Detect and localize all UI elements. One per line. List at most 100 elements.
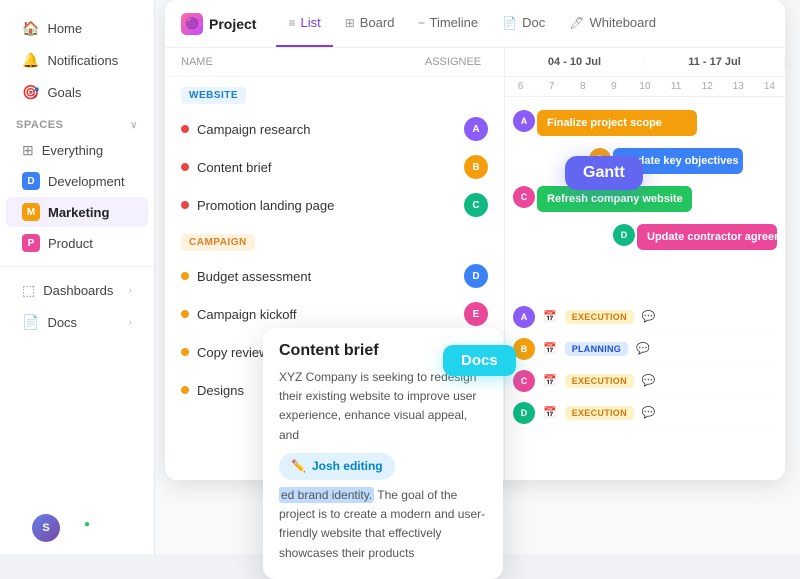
chat-icon: 💬	[636, 342, 650, 355]
gantt-status-avatar: A	[513, 306, 535, 328]
goals-icon: 🎯	[22, 84, 39, 101]
gantt-avatar: C	[513, 186, 535, 208]
gantt-day: 14	[754, 81, 785, 92]
gantt-day: 8	[567, 81, 598, 92]
status-badge: PLANNING	[565, 342, 628, 356]
section-website-label: WEBSITE	[181, 87, 246, 104]
sidebar-item-goals[interactable]: 🎯 Goals	[6, 77, 148, 108]
task-dot	[181, 348, 189, 356]
gantt-day: 7	[536, 81, 567, 92]
tab-timeline[interactable]: ⎯ Timeline	[406, 0, 490, 47]
task-dot	[181, 163, 189, 171]
gantt-week-1: 04 - 10 Jul	[505, 56, 645, 68]
doc-icon: 📄	[502, 16, 517, 30]
gantt-tooltip: Gantt	[565, 156, 643, 190]
timeline-icon: ⎯	[418, 15, 424, 30]
chat-icon: 💬	[642, 310, 656, 323]
task-dot	[181, 272, 189, 280]
task-row[interactable]: Budget assessment D	[165, 257, 504, 295]
tab-board[interactable]: ⊞ Board	[333, 0, 407, 47]
sidebar-item-dashboards-label: Dashboards	[43, 283, 113, 298]
home-icon: 🏠	[22, 20, 39, 37]
tab-doc[interactable]: 📄 Doc	[490, 0, 557, 47]
marketing-dot: M	[22, 203, 40, 221]
gantt-body: A Finalize project scope B Update key ob…	[505, 97, 785, 297]
task-name: Content brief	[197, 160, 456, 175]
tab-list[interactable]: ≡ List	[276, 0, 332, 47]
col-assignee: ASSIGNEE	[418, 56, 488, 68]
sidebar-item-dashboards[interactable]: ⬚ Dashboards ›	[6, 275, 148, 306]
gantt-week-2: 11 - 17 Jul	[645, 56, 785, 68]
development-dot: D	[22, 172, 40, 190]
gantt-status-avatar: C	[513, 370, 535, 392]
gantt-avatar: D	[613, 224, 635, 246]
dashboards-icon: ⬚	[22, 282, 35, 299]
gantt-bar-row: A Finalize project scope	[509, 105, 781, 141]
sidebar-item-home-label: Home	[47, 21, 82, 36]
section-website: WEBSITE Campaign research A Content brie…	[165, 77, 504, 224]
task-dot	[181, 201, 189, 209]
gantt-bar-contractor[interactable]: Update contractor agreement	[637, 224, 777, 250]
docs-icon: 📄	[22, 314, 39, 331]
tab-whiteboard[interactable]: 🖊 Whiteboard	[557, 0, 668, 47]
sidebar-item-goals-label: Goals	[47, 85, 81, 100]
task-list-header: NAME ASSIGNEE	[165, 48, 504, 77]
task-name: Budget assessment	[197, 269, 456, 284]
task-row[interactable]: Promotion landing page C	[165, 186, 504, 224]
user-avatar[interactable]: S	[32, 514, 60, 542]
sidebar-item-everything[interactable]: ⊞ Everything	[6, 136, 148, 165]
chat-icon: 💬	[642, 374, 656, 387]
gantt-day: 13	[723, 81, 754, 92]
whiteboard-icon: 🖊	[569, 16, 584, 30]
col-name: NAME	[181, 56, 418, 68]
gantt-status-row: A 📅 EXECUTION 💬	[513, 301, 777, 333]
task-row[interactable]: Campaign research A	[165, 110, 504, 148]
gantt-panel: 04 - 10 Jul 11 - 17 Jul 6 7 8 9 10 11 12…	[505, 48, 785, 480]
project-header: 🟣 Project ≡ List ⊞ Board ⎯ Timeline 📄	[165, 0, 785, 48]
gantt-bar-row: D Update contractor agreement	[509, 219, 781, 255]
sidebar-item-notifications[interactable]: 🔔 Notifications	[6, 45, 148, 76]
docs-highlight: ed brand identity.	[279, 487, 374, 503]
task-dot	[181, 386, 189, 394]
docs-popup-body: XYZ Company is seeking to redesign their…	[263, 368, 503, 579]
gantt-day: 10	[629, 81, 660, 92]
status-badge: EXECUTION	[565, 310, 634, 324]
sidebar-item-docs[interactable]: 📄 Docs ›	[6, 307, 148, 338]
task-dot	[181, 125, 189, 133]
sidebar-item-everything-label: Everything	[42, 143, 103, 158]
main-area: 🟣 Project ≡ List ⊞ Board ⎯ Timeline 📄	[155, 0, 800, 554]
nav-tabs: ≡ List ⊞ Board ⎯ Timeline 📄 Doc 🖊 Wh	[276, 0, 667, 47]
gantt-bar-finalize[interactable]: Finalize project scope	[537, 110, 697, 136]
task-row[interactable]: Content brief B	[165, 148, 504, 186]
task-dot	[181, 310, 189, 318]
board-icon: ⊞	[345, 16, 355, 30]
sidebar-item-marketing-label: Marketing	[48, 205, 109, 220]
sidebar-item-home[interactable]: 🏠 Home	[6, 13, 148, 44]
gantt-day: 9	[598, 81, 629, 92]
gantt-status-row: D 📅 EXECUTION 💬	[513, 397, 777, 429]
product-dot: P	[22, 234, 40, 252]
sidebar-item-development[interactable]: D Development	[6, 166, 148, 196]
gantt-day: 6	[505, 81, 536, 92]
task-name: Promotion landing page	[197, 198, 456, 213]
gantt-status-row: B 📅 PLANNING 💬	[513, 333, 777, 365]
sidebar-item-product[interactable]: P Product	[6, 228, 148, 258]
gantt-day: 11	[661, 81, 692, 92]
gantt-avatar: A	[513, 110, 535, 132]
sidebar: 🏠 Home 🔔 Notifications 🎯 Goals Spaces ∨ …	[0, 0, 155, 554]
chat-icon: 💬	[642, 406, 656, 419]
spaces-section-label: Spaces ∨	[0, 109, 154, 135]
everything-icon: ⊞	[22, 142, 34, 159]
sidebar-item-marketing[interactable]: M Marketing	[6, 197, 148, 227]
calendar-icon: 📅	[543, 406, 557, 419]
dashboards-chevron: ›	[129, 285, 132, 296]
sidebar-item-docs-label: Docs	[47, 315, 77, 330]
list-icon: ≡	[288, 16, 295, 30]
project-title-group: 🟣 Project	[181, 13, 256, 35]
avatar: B	[464, 155, 488, 179]
bell-icon: 🔔	[22, 52, 39, 69]
avatar: A	[464, 117, 488, 141]
gantt-status-row: C 📅 EXECUTION 💬	[513, 365, 777, 397]
task-name: Campaign research	[197, 122, 456, 137]
gantt-status-rows: A 📅 EXECUTION 💬 B 📅 PLANNING 💬 C 📅	[505, 297, 785, 433]
